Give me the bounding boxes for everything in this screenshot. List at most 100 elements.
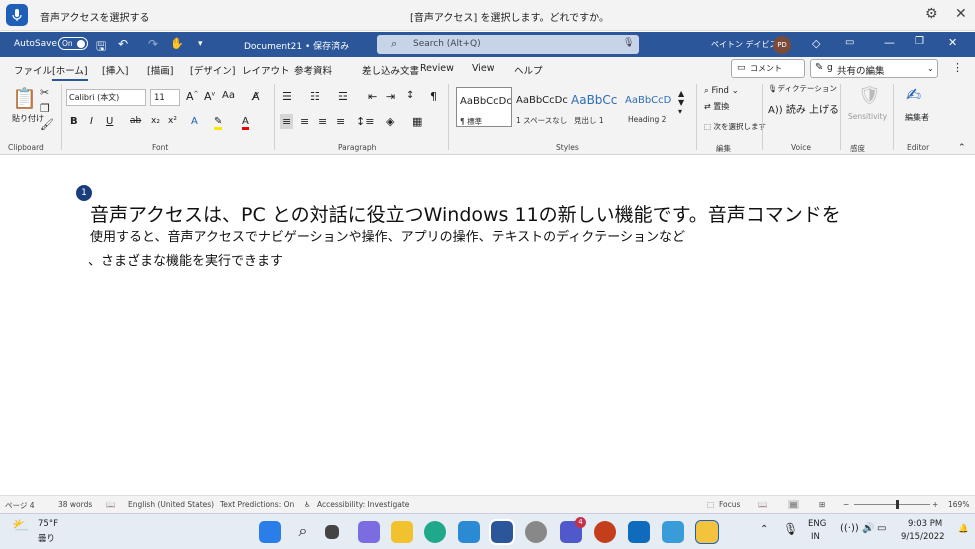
tab-layout[interactable]: レイアウト <box>242 63 290 77</box>
edge-icon[interactable] <box>424 521 446 543</box>
chevron-up-icon[interactable]: ⌃ <box>760 524 768 535</box>
read-aloud-button[interactable]: A)) 読み 上げる <box>768 101 839 116</box>
minimize-icon[interactable]: — <box>884 36 895 49</box>
file-explorer-icon[interactable] <box>391 521 413 543</box>
restore-icon[interactable]: ❐ <box>915 36 924 47</box>
notification-icon[interactable]: 🔔 <box>958 524 969 534</box>
clock-time[interactable]: 9:03 PM <box>908 519 942 529</box>
read-mode-icon[interactable]: 📖 <box>758 500 767 509</box>
align-right-icon[interactable]: ≡ <box>318 115 327 128</box>
shading-icon[interactable]: ◈ <box>386 115 394 128</box>
word-app-icon[interactable] <box>489 519 515 545</box>
print-layout-icon[interactable]: ▤ <box>788 500 800 509</box>
change-case-icon[interactable]: Aa <box>222 90 235 101</box>
touch-mode-icon[interactable]: ✋ <box>170 37 184 50</box>
teams-icon[interactable]: 4 <box>560 517 586 543</box>
replace-button[interactable]: ⇄ 置換 <box>704 101 729 112</box>
strikethrough-icon[interactable]: ab <box>130 116 141 126</box>
editor-icon[interactable]: ✍ <box>906 85 921 106</box>
style-normal[interactable]: AaBbCcDc ¶ 標準 <box>456 87 512 127</box>
text-effects-icon[interactable]: A <box>191 116 198 127</box>
find-button[interactable]: ⌕ Find ⌄ <box>704 86 739 96</box>
copy-icon[interactable]: ❐ <box>40 103 50 115</box>
start-icon[interactable] <box>259 521 281 543</box>
cut-icon[interactable]: ✂ <box>40 87 49 99</box>
store-icon[interactable] <box>458 521 480 543</box>
voice-access-app-icon[interactable] <box>695 520 719 544</box>
mail-icon[interactable] <box>628 521 650 543</box>
proofing-icon[interactable]: 📖 <box>106 500 115 509</box>
settings-app-icon[interactable] <box>525 521 547 543</box>
settings-gear-icon[interactable]: ⚙ <box>925 6 938 22</box>
focus-button[interactable]: Focus <box>719 500 740 509</box>
autosave-toggle[interactable]: On <box>58 37 88 50</box>
grow-font-icon[interactable]: A^ <box>186 90 199 103</box>
document-line-3[interactable]: 、さまざまな機能を実行できます <box>88 250 283 269</box>
document-line-2[interactable]: 使用すると、音声アクセスでナビゲーションや操作、アプリの操作、テキストのディクテ… <box>90 226 685 245</box>
zoom-in-icon[interactable]: + <box>932 500 938 509</box>
window-close-icon[interactable]: ✕ <box>948 36 957 49</box>
style-heading-1[interactable]: AaBbCc 見出し 1 <box>568 87 624 127</box>
select-button[interactable]: ⬚ 次を選択します <box>704 121 766 132</box>
battery-icon[interactable]: ▭ <box>877 523 886 534</box>
clock-date[interactable]: 9/15/2022 <box>901 532 945 542</box>
save-icon[interactable]: 🖫 <box>96 37 106 58</box>
tab-review[interactable]: Review <box>420 63 454 74</box>
wifi-icon[interactable]: ((·)) <box>840 523 859 534</box>
multilevel-list-icon[interactable]: ☲ <box>338 90 348 103</box>
volume-icon[interactable]: 🔊 <box>862 523 874 534</box>
close-icon[interactable]: ✕ <box>955 6 967 22</box>
tab-design[interactable]: [デザイン] <box>190 63 235 77</box>
mic-search-icon[interactable]: 🎙 <box>623 38 634 48</box>
style-heading-2[interactable]: AaBbCcD Heading 2 <box>622 87 678 127</box>
tab-home[interactable]: [ホーム] <box>52 63 88 81</box>
people-icon[interactable] <box>662 521 684 543</box>
ribbon-display-icon[interactable]: ▭ <box>845 37 854 48</box>
bullets-icon[interactable]: ☰ <box>282 90 292 103</box>
increase-indent-icon[interactable]: ⇥ <box>386 90 395 103</box>
style-no-spacing[interactable]: AaBbCcDc 1 スペースなし <box>513 87 569 127</box>
zoom-out-icon[interactable]: − <box>843 500 849 509</box>
language-status[interactable]: English (United States) <box>128 500 214 509</box>
pilcrow-icon[interactable]: ¶ <box>430 90 437 103</box>
chat-icon[interactable] <box>358 521 380 543</box>
search-box[interactable]: ⌕ Search (Alt+Q) 🎙 <box>377 35 639 54</box>
tab-file[interactable]: ファイル <box>14 63 52 77</box>
zoom-slider-thumb[interactable] <box>896 500 899 509</box>
clear-formatting-icon[interactable]: A̸ <box>252 90 260 103</box>
font-color-icon[interactable]: A <box>242 116 249 130</box>
powerpoint-icon[interactable] <box>594 521 616 543</box>
bold-icon[interactable]: B <box>70 116 78 127</box>
line-spacing-icon[interactable]: ↕≡ <box>356 115 374 128</box>
numbering-icon[interactable]: ☷ <box>310 90 320 103</box>
language-secondary[interactable]: IN <box>811 532 820 542</box>
subscript-icon[interactable]: x₂ <box>151 116 160 126</box>
share-edit-button[interactable]: ✎ g 共有の編集 ⌄ <box>810 59 938 78</box>
accessibility-status[interactable]: Accessibility: Investigate <box>317 500 409 509</box>
weather-temp[interactable]: 75°F <box>38 519 58 529</box>
diamond-icon[interactable]: ◇ <box>812 37 820 50</box>
italic-icon[interactable]: I <box>90 116 93 127</box>
zoom-slider[interactable] <box>854 504 930 505</box>
document-line-1[interactable]: 音声アクセスは、PC との対話に役立つWindows 11の新しい機能です。音声… <box>90 200 841 227</box>
collapse-ribbon-icon[interactable]: ⌃ <box>958 143 966 153</box>
comment-button[interactable]: ▭ コメント <box>731 59 805 78</box>
superscript-icon[interactable]: x² <box>168 116 177 126</box>
sensitivity-icon[interactable]: 🛡 <box>858 85 881 106</box>
tab-view[interactable]: View <box>472 63 495 74</box>
tab-help[interactable]: ヘルプ <box>514 63 543 77</box>
task-view-icon[interactable] <box>325 525 339 539</box>
web-layout-icon[interactable]: ⊞ <box>819 500 825 509</box>
font-size-box[interactable]: 11 <box>150 89 180 106</box>
align-center-icon[interactable]: ≡ <box>300 115 309 128</box>
weather-icon[interactable]: ⛅ <box>12 518 29 534</box>
customize-toolbar-icon[interactable]: ▾ <box>198 39 203 49</box>
tab-insert[interactable]: [挿入] <box>102 63 128 77</box>
font-name-box[interactable]: Calibri (本文) <box>66 89 146 106</box>
justify-icon[interactable]: ≡ <box>336 115 345 128</box>
word-count[interactable]: 38 words <box>58 500 92 509</box>
weather-condition[interactable]: 曇り <box>38 532 55 544</box>
dictate-button[interactable]: 🎙ディクテーション <box>768 83 837 94</box>
page-indicator[interactable]: ページ 4 <box>5 500 35 511</box>
highlight-icon[interactable]: ✎ <box>214 116 223 130</box>
